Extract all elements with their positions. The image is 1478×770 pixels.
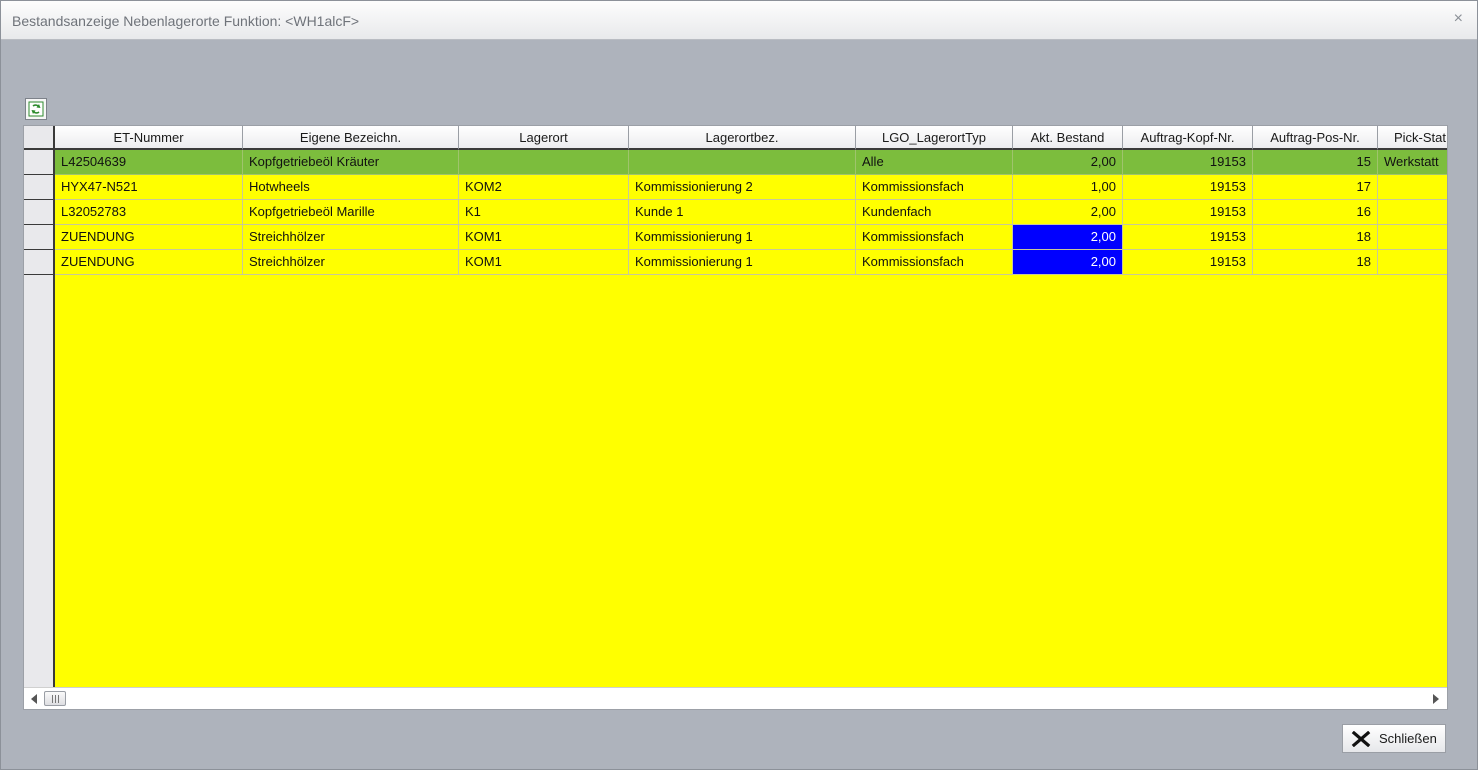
cell-akt-bestand-selected[interactable]: 2,00 xyxy=(1013,225,1123,250)
row-selector[interactable] xyxy=(24,200,55,225)
cell-akt-bestand[interactable]: 2,00 xyxy=(1013,200,1123,225)
cell-lagerort[interactable]: KOM1 xyxy=(459,250,629,275)
cell-lagerorttyp[interactable]: Kommissionsfach xyxy=(856,175,1013,200)
cell-eigene-bezeichnung[interactable]: Streichhölzer xyxy=(243,225,459,250)
column-header-lagerortbez[interactable]: Lagerortbez. xyxy=(629,126,856,150)
cell-eigene-bezeichnung[interactable]: Kopfgetriebeöl Kräuter xyxy=(243,150,459,175)
row-selector[interactable] xyxy=(24,150,55,175)
close-icon xyxy=(1351,730,1371,747)
cell-et-nummer[interactable]: ZUENDUNG xyxy=(55,250,243,275)
cell-auftrag-pos-nr[interactable]: 18 xyxy=(1253,225,1378,250)
column-header-auftrag-pos-nr[interactable]: Auftrag-Pos-Nr. xyxy=(1253,126,1378,150)
cell-auftrag-pos-nr[interactable]: 15 xyxy=(1253,150,1378,175)
scroll-right-icon[interactable] xyxy=(1433,694,1439,704)
column-header-et-nummer[interactable]: ET-Nummer xyxy=(55,126,243,150)
column-header-auftrag-kopf-nr[interactable]: Auftrag-Kopf-Nr. xyxy=(1123,126,1253,150)
stock-grid[interactable]: ET-Nummer Eigene Bezeichn. Lagerort Lage… xyxy=(23,125,1448,710)
column-header-akt-bestand[interactable]: Akt. Bestand xyxy=(1013,126,1123,150)
cell-eigene-bezeichnung[interactable]: Hotwheels xyxy=(243,175,459,200)
scrollbar-thumb[interactable] xyxy=(44,691,66,706)
cell-lagerorttyp[interactable]: Alle xyxy=(856,150,1013,175)
cell-auftrag-pos-nr[interactable]: 16 xyxy=(1253,200,1378,225)
cell-auftrag-pos-nr[interactable]: 17 xyxy=(1253,175,1378,200)
cell-lagerortbez[interactable]: Kunde 1 xyxy=(629,200,856,225)
cell-pick-status[interactable] xyxy=(1378,225,1447,250)
cell-auftrag-kopf-nr[interactable]: 19153 xyxy=(1123,250,1253,275)
cell-lagerort[interactable]: K1 xyxy=(459,200,629,225)
cell-lagerortbez[interactable] xyxy=(629,150,856,175)
cell-et-nummer[interactable]: L32052783 xyxy=(55,200,243,225)
cell-eigene-bezeichnung[interactable]: Streichhölzer xyxy=(243,250,459,275)
table-row[interactable]: ZUENDUNG Streichhölzer KOM1 Kommissionie… xyxy=(24,250,1447,275)
row-selector[interactable] xyxy=(24,175,55,200)
cell-lagerorttyp[interactable]: Kommissionsfach xyxy=(856,250,1013,275)
table-row[interactable]: ZUENDUNG Streichhölzer KOM1 Kommissionie… xyxy=(24,225,1447,250)
cell-lagerortbez[interactable]: Kommissionierung 1 xyxy=(629,250,856,275)
window-title: Bestandsanzeige Nebenlagerorte Funktion:… xyxy=(12,13,360,29)
horizontal-scrollbar[interactable] xyxy=(24,687,1447,709)
window-close-icon[interactable]: × xyxy=(1454,10,1463,28)
grid-corner xyxy=(24,126,55,150)
cell-pick-status[interactable]: Werkstatt xyxy=(1378,150,1447,175)
table-row[interactable]: L32052783 Kopfgetriebeöl Marille K1 Kund… xyxy=(24,200,1447,225)
cell-auftrag-kopf-nr[interactable]: 19153 xyxy=(1123,150,1253,175)
row-selector[interactable] xyxy=(24,250,55,275)
table-row[interactable]: HYX47-N521 Hotwheels KOM2 Kommissionieru… xyxy=(24,175,1447,200)
column-header-lagerort[interactable]: Lagerort xyxy=(459,126,629,150)
cell-pick-status[interactable] xyxy=(1378,175,1447,200)
cell-auftrag-kopf-nr[interactable]: 19153 xyxy=(1123,200,1253,225)
grid-header: ET-Nummer Eigene Bezeichn. Lagerort Lage… xyxy=(24,126,1447,150)
close-button-label: Schließen xyxy=(1379,731,1437,746)
cell-akt-bestand[interactable]: 2,00 xyxy=(1013,150,1123,175)
cell-auftrag-kopf-nr[interactable]: 19153 xyxy=(1123,225,1253,250)
cell-pick-status[interactable] xyxy=(1378,200,1447,225)
table-row[interactable]: L42504639 Kopfgetriebeöl Kräuter Alle 2,… xyxy=(24,150,1447,175)
cell-lagerorttyp[interactable]: Kommissionsfach xyxy=(856,225,1013,250)
scroll-left-icon[interactable] xyxy=(31,694,37,704)
row-selector[interactable] xyxy=(24,225,55,250)
column-header-pick-status[interactable]: Pick-Stat xyxy=(1378,126,1447,150)
cell-lagerortbez[interactable]: Kommissionierung 1 xyxy=(629,225,856,250)
cell-auftrag-pos-nr[interactable]: 18 xyxy=(1253,250,1378,275)
cell-pick-status[interactable] xyxy=(1378,250,1447,275)
cell-lagerortbez[interactable]: Kommissionierung 2 xyxy=(629,175,856,200)
close-button[interactable]: Schließen xyxy=(1342,724,1446,753)
cell-et-nummer[interactable]: L42504639 xyxy=(55,150,243,175)
cell-auftrag-kopf-nr[interactable]: 19153 xyxy=(1123,175,1253,200)
cell-lagerort[interactable]: KOM2 xyxy=(459,175,629,200)
dialog-window: Bestandsanzeige Nebenlagerorte Funktion:… xyxy=(0,0,1478,770)
refresh-icon xyxy=(28,101,44,117)
cell-et-nummer[interactable]: ZUENDUNG xyxy=(55,225,243,250)
cell-akt-bestand-selected[interactable]: 2,00 xyxy=(1013,250,1123,275)
cell-lagerort[interactable]: KOM1 xyxy=(459,225,629,250)
cell-akt-bestand[interactable]: 1,00 xyxy=(1013,175,1123,200)
title-bar: Bestandsanzeige Nebenlagerorte Funktion:… xyxy=(1,1,1477,40)
cell-lagerorttyp[interactable]: Kundenfach xyxy=(856,200,1013,225)
column-header-eigene-bezeichnung[interactable]: Eigene Bezeichn. xyxy=(243,126,459,150)
cell-eigene-bezeichnung[interactable]: Kopfgetriebeöl Marille xyxy=(243,200,459,225)
column-header-lagerorttyp[interactable]: LGO_LagerortTyp xyxy=(856,126,1013,150)
cell-et-nummer[interactable]: HYX47-N521 xyxy=(55,175,243,200)
refresh-button[interactable] xyxy=(25,98,47,120)
cell-lagerort[interactable] xyxy=(459,150,629,175)
